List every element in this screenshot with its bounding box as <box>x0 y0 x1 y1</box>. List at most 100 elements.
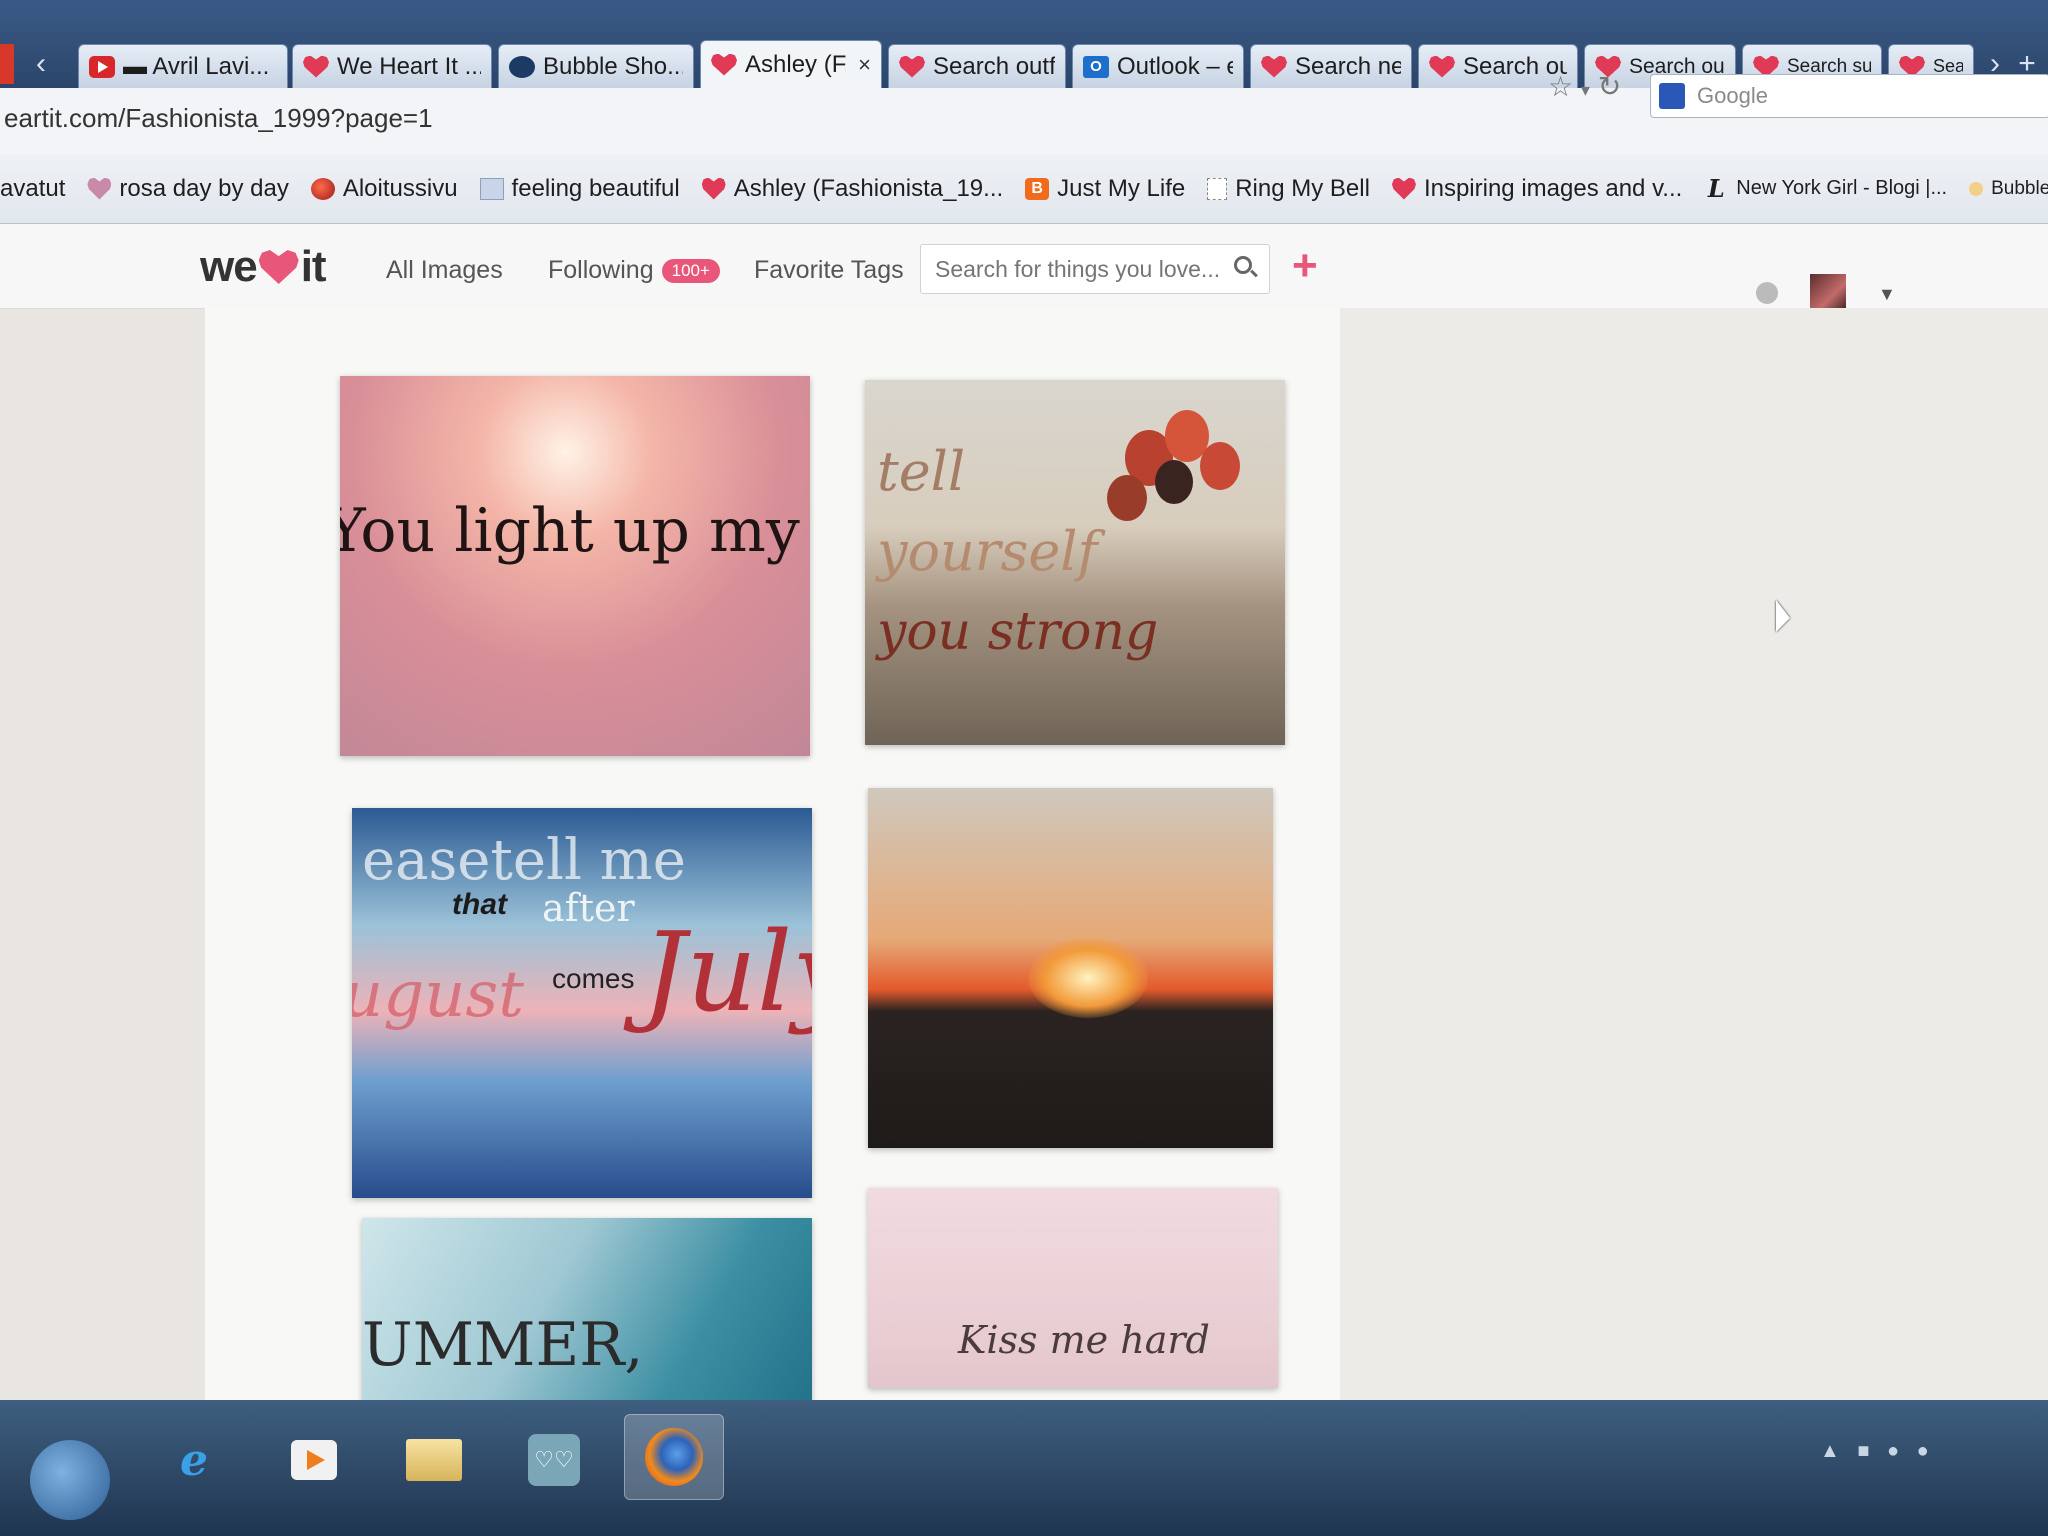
internet-explorer-icon[interactable]: e <box>150 1420 238 1500</box>
bookmark-label: Inspiring images and v... <box>1423 174 1683 202</box>
taskbar: e ♡♡ ▲ ■ ● ● <box>0 1400 2048 1536</box>
firefox-menu-button[interactable] <box>0 44 14 84</box>
tab-label: We Heart It ... <box>337 52 481 80</box>
bookmarks-bar: avatut rosa day by day Aloitussivu feeli… <box>0 154 2048 224</box>
bookmark-item[interactable]: Ashley (Fashionista_19... <box>701 174 1004 203</box>
bookmark-item[interactable]: Aloitussivu <box>310 174 458 203</box>
heart-icon <box>1429 55 1455 78</box>
youtube-icon <box>89 55 115 78</box>
l-icon: L <box>1707 173 1725 203</box>
image-caption-line: comes <box>552 963 635 994</box>
firefox-logo <box>645 1428 703 1486</box>
bookmark-item[interactable]: avatut <box>0 175 65 203</box>
bookmark-item[interactable]: rosa day by day <box>87 175 289 203</box>
scroll-tabs-left-icon[interactable]: ‹ <box>24 44 58 84</box>
logo-text-it: it <box>300 242 327 291</box>
heart-icon <box>899 55 925 78</box>
bookmark-label: avatut <box>0 174 66 202</box>
heart-icon <box>303 55 329 78</box>
start-button[interactable] <box>30 1440 110 1520</box>
tab-bubble-shooter[interactable]: Bubble Sho... <box>498 44 694 88</box>
folder-icon <box>406 1439 462 1481</box>
app-glyph: ♡♡ <box>528 1434 580 1486</box>
heart-icon <box>87 177 112 200</box>
image-tile[interactable]: Kiss me hard <box>868 1188 1278 1388</box>
bookmark-item[interactable]: feeling beautiful <box>479 175 680 203</box>
screen: ‹ ▬ Avril Lavi... We Heart It ... Bubble… <box>0 0 2048 1536</box>
bookmark-star-icon[interactable]: ☆ <box>1548 71 1573 102</box>
nav-all-images[interactable]: All Images <box>386 256 503 285</box>
image-caption-line: July <box>642 908 812 1036</box>
dot-icon <box>1969 181 1984 196</box>
media-player-icon[interactable] <box>270 1420 358 1500</box>
nav-following[interactable]: Following 100+ <box>548 256 720 285</box>
image-caption: Kiss me hard <box>958 1318 1210 1362</box>
following-count-badge: 100+ <box>661 259 720 284</box>
tab-outlook[interactable]: O Outlook – e... <box>1072 44 1244 88</box>
balloon <box>1155 460 1193 504</box>
bookmark-label: Aloitussivu <box>342 174 458 202</box>
site-logo[interactable]: we it <box>200 242 327 292</box>
bookmark-label: Ashley (Fashionista_19... <box>733 174 1004 202</box>
site-header: we it All Images Following 100+ Favorite … <box>0 224 2048 312</box>
url-actions: ☆ ▾ ↻ <box>1548 70 1621 103</box>
tab-label: ▬ Avril Lavi... <box>123 52 270 80</box>
bookmark-item[interactable]: Ring My Bell <box>1207 175 1370 203</box>
search-input[interactable] <box>920 244 1270 294</box>
file-explorer-icon[interactable] <box>390 1420 478 1500</box>
bookmark-label: Ring My Bell <box>1235 174 1370 202</box>
tab-label: Bubble Sho... <box>543 52 683 80</box>
add-post-icon[interactable]: + <box>1292 244 1318 288</box>
nav-following-label: Following <box>548 256 654 284</box>
tab-label: Outlook – e... <box>1117 52 1233 80</box>
avatar[interactable] <box>1810 274 1846 312</box>
image-caption-line: yourself <box>877 520 1098 583</box>
globe-icon <box>310 177 335 200</box>
play-icon <box>291 1440 337 1480</box>
tab-label: Search outfi... <box>933 52 1055 80</box>
bookmark-item[interactable]: Bubblegum Bitch <box>1969 178 2048 200</box>
tab-avril[interactable]: ▬ Avril Lavi... <box>78 44 288 88</box>
url-field[interactable]: eartit.com/Fashionista_1999?page=1 <box>0 98 1534 138</box>
image-tile[interactable]: tell yourself you strong <box>865 380 1285 745</box>
account-menu-arrow-icon[interactable]: ▼ <box>1878 284 1896 305</box>
bookmark-item[interactable]: Inspiring images and v... <box>1391 174 1683 203</box>
search-icon[interactable] <box>1234 256 1252 274</box>
tab-close-icon[interactable]: × <box>858 52 871 78</box>
image-caption: UMMER, <box>362 1310 644 1380</box>
tab-label: Ashley (F... <box>745 50 846 78</box>
tab-search-new[interactable]: Search new ... <box>1250 44 1412 88</box>
nav-favorite-tags[interactable]: Favorite Tags <box>754 256 904 285</box>
web-search-field[interactable]: Google <box>1650 74 2048 118</box>
image-caption-line: ugust <box>352 958 524 1032</box>
image-caption-line: easetell me <box>362 828 686 893</box>
mouse-cursor-icon <box>1776 600 1790 632</box>
bookmark-item[interactable]: B Just My Life <box>1025 175 1185 203</box>
image-tile[interactable] <box>868 788 1273 1148</box>
heart-icon <box>701 177 726 200</box>
right-empty-area <box>1340 308 2048 1408</box>
blogger-icon: B <box>1025 177 1050 200</box>
bubble-icon <box>509 55 535 78</box>
bookmark-item[interactable]: L New York Girl - Blogi |... <box>1704 173 1947 203</box>
firefox-icon[interactable] <box>624 1414 724 1500</box>
logo-text-we: we <box>200 242 258 291</box>
system-tray[interactable]: ▲ ■ ● ● <box>1820 1440 1935 1463</box>
history-dropdown-icon[interactable]: ▾ <box>1581 80 1590 100</box>
image-tile[interactable]: You light up my worl <box>340 376 810 756</box>
tab-search-outfits-1[interactable]: Search outfi... <box>888 44 1066 88</box>
outlook-icon: O <box>1083 55 1109 78</box>
app-icon[interactable]: ♡♡ <box>510 1420 598 1500</box>
tab-ashley[interactable]: Ashley (F... × <box>700 40 882 88</box>
tab-we-heart-it[interactable]: We Heart It ... <box>292 44 492 88</box>
image-tile[interactable]: easetell me that after ugust comes July <box>352 808 812 1198</box>
tab-label: Search new ... <box>1295 52 1401 80</box>
heart-icon <box>1261 55 1287 78</box>
bookmark-label: Just My Life <box>1057 174 1186 202</box>
mail-icon <box>479 177 504 200</box>
bookmark-label: Bubblegum Bitch <box>1991 177 2048 199</box>
reload-icon[interactable]: ↻ <box>1598 71 1621 102</box>
page-icon <box>1207 177 1228 200</box>
google-icon <box>1659 83 1685 109</box>
notification-icon[interactable] <box>1756 282 1778 304</box>
